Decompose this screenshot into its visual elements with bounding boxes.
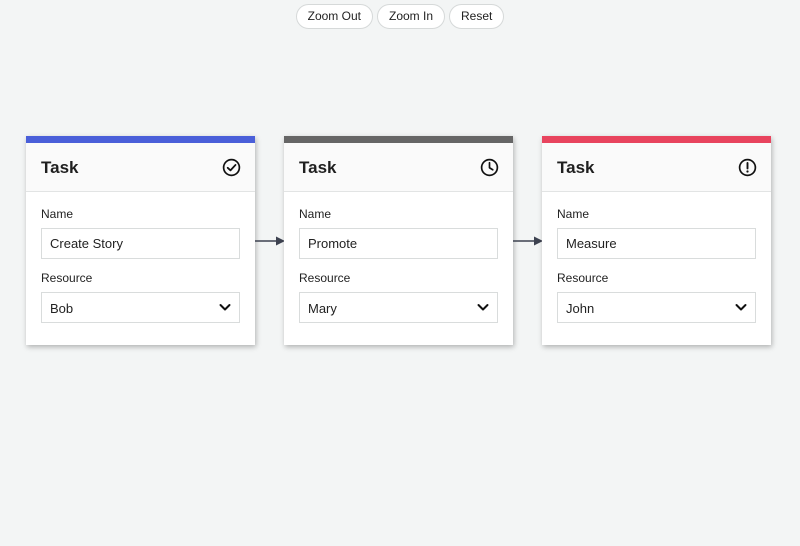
resource-select[interactable]: Mary <box>299 292 498 323</box>
name-label: Name <box>557 207 590 221</box>
resource-label: Resource <box>299 271 351 285</box>
card-accent-bar <box>542 136 771 143</box>
check-circle-icon <box>222 158 241 177</box>
workflow-canvas[interactable]: Zoom Out Zoom In Reset Task Name Resourc… <box>0 0 800 546</box>
card-title: Task <box>41 158 79 177</box>
connector-arrow <box>255 236 285 246</box>
chevron-down-icon <box>219 304 231 311</box>
zoom-in-button[interactable]: Zoom In <box>376 4 445 29</box>
name-input[interactable] <box>41 228 240 259</box>
connector-arrow <box>513 236 543 246</box>
alert-circle-icon <box>738 158 757 177</box>
card-title: Task <box>299 158 337 177</box>
task-card-3[interactable]: Task Name Resource John <box>542 136 771 345</box>
chevron-down-icon <box>477 304 489 311</box>
resource-label: Resource <box>557 271 609 285</box>
resource-label: Resource <box>41 271 93 285</box>
clock-icon <box>480 158 499 177</box>
card-accent-bar <box>284 136 513 143</box>
card-header: Task <box>284 143 513 192</box>
resource-select[interactable]: John <box>557 292 756 323</box>
task-card-1[interactable]: Task Name Resource Bob <box>26 136 255 345</box>
resource-selected-value: John <box>566 301 595 316</box>
name-input[interactable] <box>557 228 756 259</box>
card-header: Task <box>26 143 255 192</box>
card-body: Name Resource Bob <box>26 207 255 323</box>
resource-selected-value: Bob <box>50 301 74 316</box>
name-label: Name <box>41 207 74 221</box>
reset-button[interactable]: Reset <box>449 4 505 29</box>
name-label: Name <box>299 207 332 221</box>
card-accent-bar <box>26 136 255 143</box>
chevron-down-icon <box>735 304 747 311</box>
zoom-toolbar: Zoom Out Zoom In Reset <box>0 4 800 29</box>
card-body: Name Resource Mary <box>284 207 513 323</box>
card-title: Task <box>557 158 595 177</box>
card-header: Task <box>542 143 771 192</box>
task-card-2[interactable]: Task Name Resource Mary <box>284 136 513 345</box>
zoom-out-button[interactable]: Zoom Out <box>295 4 373 29</box>
resource-select[interactable]: Bob <box>41 292 240 323</box>
resource-selected-value: Mary <box>308 301 337 316</box>
name-input[interactable] <box>299 228 498 259</box>
card-body: Name Resource John <box>542 207 771 323</box>
